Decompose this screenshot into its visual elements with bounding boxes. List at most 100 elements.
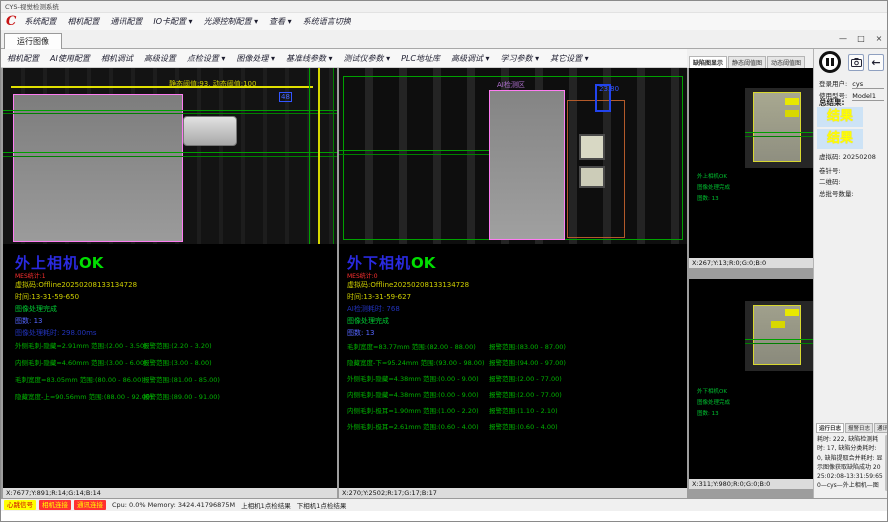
sidebar: ← 登录用户: cys 使用型号: Model1 总结果: 结果 结果 虚拟码:… xyxy=(813,49,888,498)
menu-item[interactable]: 系统配置 xyxy=(24,16,56,27)
measurement-row: 隐藏宽度-下=95.24mm 范围:(93.00 - 98.00)报警范围:(9… xyxy=(347,357,683,373)
measurement-value: 毛刺宽度=83.77mm 范围:(82.00 - 88.00) xyxy=(347,341,489,351)
toolbar-button[interactable]: 高级调试 ▾ xyxy=(451,53,490,64)
alarm-range: 报警范围:(2.00 - 77.00) xyxy=(489,373,683,383)
toolbar-button[interactable]: 相机调试 xyxy=(101,53,133,64)
toolbar-button[interactable]: 相机配置 xyxy=(7,53,39,64)
log-tab[interactable]: 报警日志 xyxy=(845,423,873,433)
alarm-range: 报警范围:(83.00 - 87.00) xyxy=(489,341,683,351)
defect-window xyxy=(579,166,605,188)
upper-camera-check[interactable]: 上相机1点检结果 xyxy=(241,500,291,510)
window-title: CYS-视觉检测系统 xyxy=(5,3,59,11)
model-value: Model1 xyxy=(852,92,884,101)
alarm-range: 报警范围:(0.60 - 4.00) xyxy=(489,421,683,431)
baseline-line xyxy=(3,113,337,114)
pause-button[interactable] xyxy=(819,51,841,73)
pin-number-row: 卷针号: xyxy=(819,165,841,175)
menu-item[interactable]: 系统语言切换 xyxy=(303,16,351,27)
window-controls: — □ × xyxy=(836,32,886,45)
alarm-range: 报警范围:(2.00 - 77.00) xyxy=(489,389,683,399)
measurement-row: 内侧毛刺-极耳=1.90mm 范围:(1.00 - 2.20)报警范围:(1.1… xyxy=(347,405,683,421)
qr-code-row: 二维码: xyxy=(819,176,841,186)
measure-line xyxy=(339,154,489,155)
defect-highlight xyxy=(785,98,799,105)
thumb-status-line: 图像处理完成 xyxy=(697,398,730,409)
result-ok: OK xyxy=(79,254,103,272)
thumb-tab[interactable]: 动态阈值图 xyxy=(767,56,805,68)
alarm-range: 报警范围:(1.10 - 2.10) xyxy=(489,405,683,415)
left-camera-image[interactable]: 静态阈值:93, 动态阈值:100 48 xyxy=(3,68,337,244)
toolbar-button[interactable]: 学习参数 ▾ xyxy=(501,53,540,64)
back-button[interactable]: ← xyxy=(868,54,884,71)
measurement-value: 内侧毛刺-隐藏=4.60mm 范围:(3.00 - 6.00) xyxy=(15,357,143,367)
middle-camera-image[interactable]: 23.80 AI检测区 xyxy=(339,68,687,244)
thumb-tab[interactable]: 缺陷图显示 xyxy=(689,56,727,68)
measurement-value: 隐藏宽度-下=95.24mm 范围:(93.00 - 98.00) xyxy=(347,357,489,367)
measurement-row: 毛刺宽度=83.77mm 范围:(82.00 - 88.00)报警范围:(83.… xyxy=(347,341,683,357)
tab-strip: 运行图像 — □ × xyxy=(1,30,888,49)
log-tab[interactable]: 通讯日志 xyxy=(874,423,888,433)
measurement-list: 毛刺宽度=83.77mm 范围:(82.00 - 88.00)报警范围:(83.… xyxy=(347,341,683,437)
electrode-roi-rect xyxy=(13,94,183,242)
process-status: 图像处理完成 xyxy=(347,316,389,326)
threshold-annotation: 静态阈值:93, 动态阈值:100 xyxy=(169,79,256,89)
pause-icon xyxy=(826,58,829,66)
status-bar: 心跳信号相机连接通讯连接 Cpu: 0.0% Memory: 3424.4179… xyxy=(1,498,888,511)
defect-window xyxy=(579,134,605,160)
measurement-list: 外侧毛刺-隐藏=2.91mm 范围:(2.00 - 3.50)报警范围:(2.2… xyxy=(15,340,333,408)
menu-item[interactable]: 光源控制配置 ▾ xyxy=(204,16,259,27)
toolbar-button[interactable]: 测试仪参数 ▾ xyxy=(344,53,391,64)
measure-line xyxy=(339,150,489,151)
close-icon[interactable]: × xyxy=(872,32,886,45)
mes-line: MES统计:1 xyxy=(15,271,46,280)
menu-item[interactable]: 查看 ▾ xyxy=(269,16,292,27)
back-arrow-icon: ← xyxy=(871,57,880,68)
menu-item[interactable]: 相机配置 xyxy=(67,16,99,27)
thumb-status-line: 图数: 13 xyxy=(697,194,730,205)
cpu-memory-readout: Cpu: 0.0% Memory: 3424.41796875M xyxy=(112,501,235,509)
camera-button[interactable] xyxy=(848,54,864,71)
menu-item[interactable]: 通讯配置 xyxy=(110,16,142,27)
thumb-status-line: 外上相机OK xyxy=(697,172,730,183)
toolbar-button[interactable]: 基准线参数 ▾ xyxy=(286,53,333,64)
time-line: 时间:13-31-59-650 xyxy=(15,292,79,302)
toolbar-button[interactable]: 点检设置 ▾ xyxy=(187,53,226,64)
toolbar-button[interactable]: PLC地址库 xyxy=(401,53,440,64)
maximize-icon[interactable]: □ xyxy=(854,32,868,45)
cursor-coordinates: X:270;Y:2502;R:17;G:17;B:17 xyxy=(339,488,687,498)
status-badge: 心跳信号 xyxy=(4,500,36,510)
status-badge: 相机连接 xyxy=(39,500,71,510)
toolbar-button[interactable]: 图像处理 ▾ xyxy=(236,53,275,64)
log-tab[interactable]: 运行日志 xyxy=(816,423,844,433)
measurement-row: 外侧毛刺-极耳=2.61mm 范围:(0.60 - 4.00)报警范围:(0.6… xyxy=(347,421,683,437)
app-logo-icon: C xyxy=(6,14,16,29)
defect-thumb-top-image[interactable] xyxy=(745,88,813,168)
thumb-status-lines: 外下相机OK图像处理完成图数: 13 xyxy=(697,387,730,420)
defect-highlight xyxy=(771,321,785,328)
measurement-value: 内侧毛刺-隐藏=4.38mm 范围:(0.00 - 9.00) xyxy=(347,389,489,399)
alarm-range: 报警范围:(2.20 - 3.20) xyxy=(143,340,333,350)
toolbar-button[interactable]: 其它设置 ▾ xyxy=(550,53,589,64)
defect-thumb-bottom-panel: 外下相机OK图像处理完成图数: 13 X:311;Y:980;R:0;G:0;B… xyxy=(689,279,813,489)
thumb-status-line: 外下相机OK xyxy=(697,387,730,398)
frame-count: 图数: 13 xyxy=(15,316,43,326)
thumb-tab[interactable]: 静态阈值图 xyxy=(728,56,766,68)
elapsed-time: 图像处理耗时: 298.00ms xyxy=(15,328,97,338)
defect-thumb-bottom-image[interactable] xyxy=(745,301,813,371)
measurement-row: 外侧毛刺-隐藏=2.91mm 范围:(2.00 - 3.50)报警范围:(2.2… xyxy=(15,340,333,357)
lower-camera-check[interactable]: 下相机1点检结果 xyxy=(297,500,347,510)
tab-run-image[interactable]: 运行图像 xyxy=(4,33,62,49)
alarm-range: 报警范围:(3.00 - 8.00) xyxy=(143,357,333,367)
barcode-line: 虚拟码:Offline20250208133134728 xyxy=(347,280,469,290)
measurement-value: 外侧毛刺-隐藏=4.38mm 范围:(0.00 - 9.00) xyxy=(347,373,489,383)
virtual-code-row: 虚拟码: 20250208 xyxy=(819,151,876,161)
menu-item[interactable]: IO卡配置 ▾ xyxy=(153,16,192,27)
toolbar-button[interactable]: 高级设置 xyxy=(144,53,176,64)
minimize-icon[interactable]: — xyxy=(836,32,850,45)
measurement-row: 内侧毛刺-隐藏=4.38mm 范围:(0.00 - 9.00)报警范围:(2.0… xyxy=(347,389,683,405)
measure-value-label: 23.80 xyxy=(599,85,619,93)
toolbar-button[interactable]: AI使用配置 xyxy=(50,53,90,64)
baseline-line xyxy=(3,110,337,111)
log-tabs: 运行日志报警日志通讯日志 xyxy=(816,423,888,433)
measure-line xyxy=(745,339,813,340)
